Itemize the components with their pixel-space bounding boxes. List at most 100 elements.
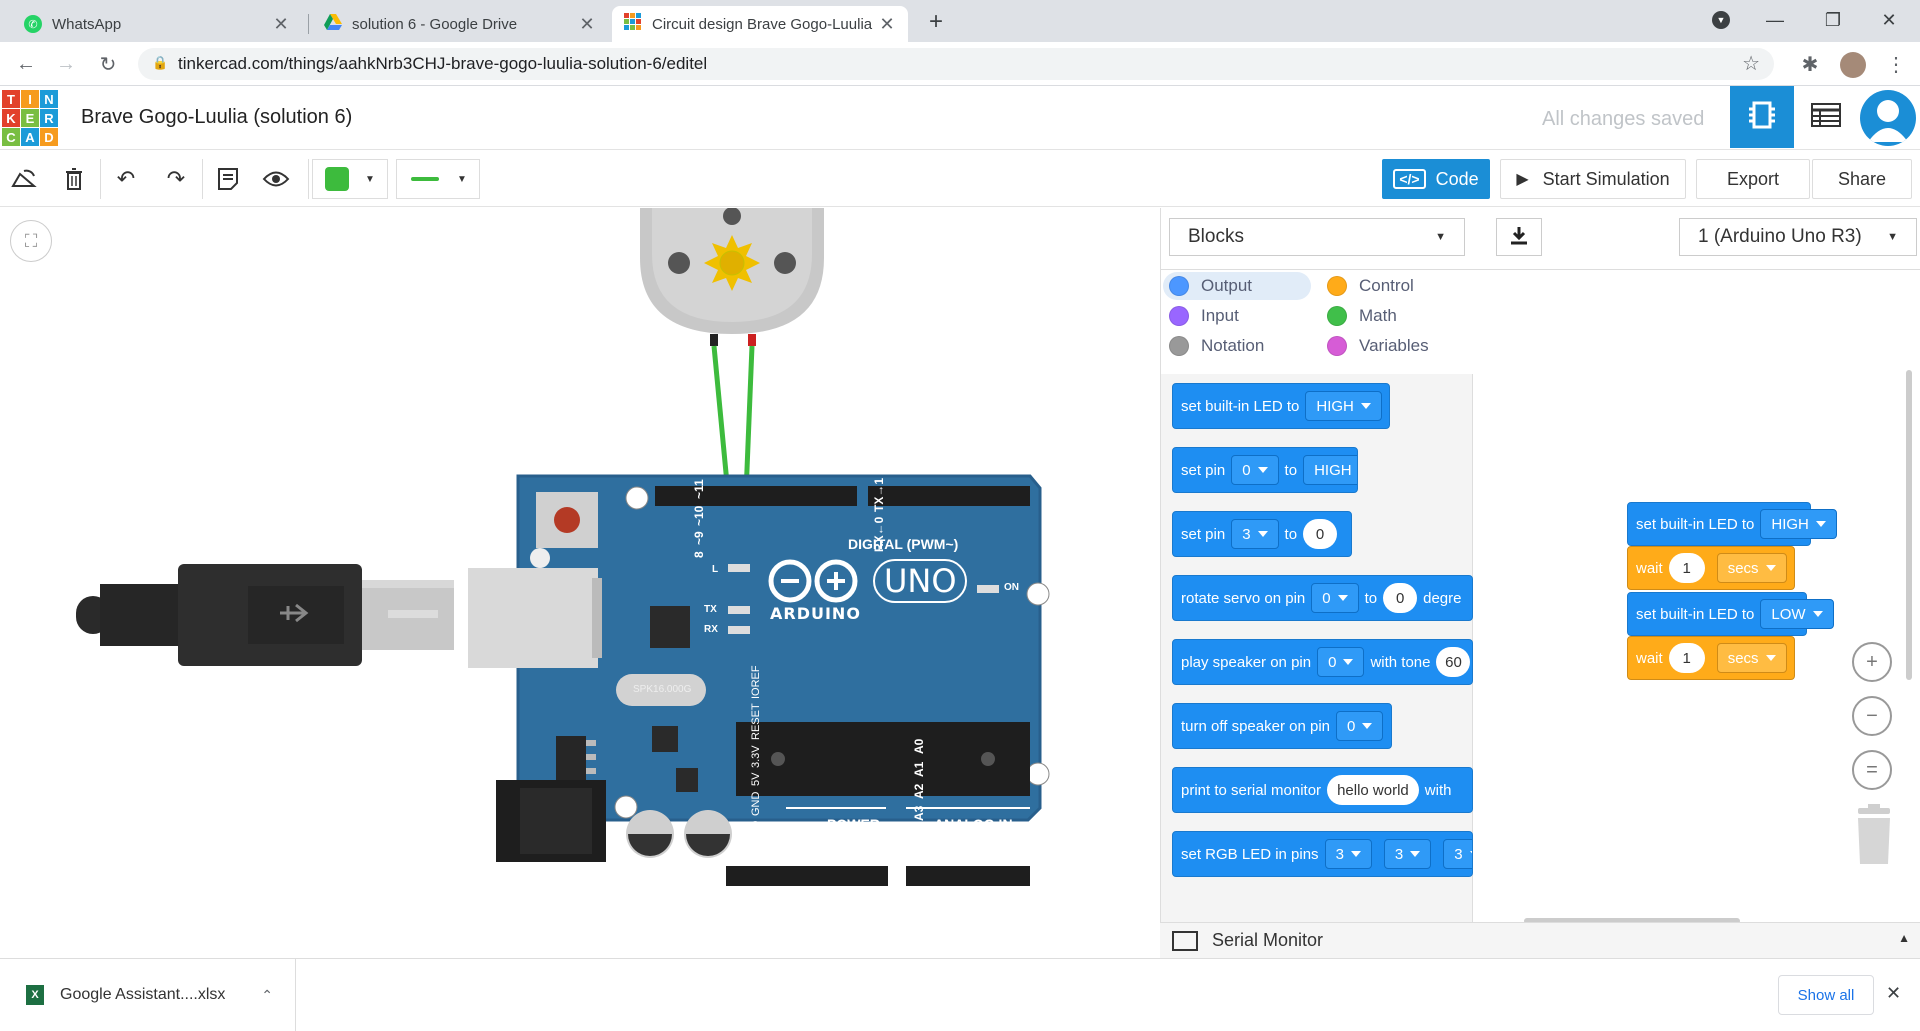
rotate-icon[interactable] (6, 161, 42, 197)
logo-letter: R (40, 109, 58, 127)
block-dropdown[interactable]: 3 (1231, 519, 1279, 549)
user-avatar[interactable] (1860, 90, 1916, 146)
script-block-wait[interactable]: wait 1 secs (1627, 636, 1795, 680)
category-math[interactable]: Math (1323, 302, 1397, 330)
tab-search-button[interactable]: ▼ (1694, 0, 1748, 40)
component-list-button[interactable] (1794, 86, 1858, 148)
category-variables[interactable]: Variables (1323, 332, 1429, 360)
category-output[interactable]: Output (1163, 272, 1311, 300)
category-input[interactable]: Input (1163, 302, 1239, 330)
serial-monitor-bar[interactable]: Serial Monitor ▲ (1160, 922, 1920, 958)
pin-label: ~10 (692, 505, 706, 526)
block-number-input[interactable]: 0 (1303, 519, 1338, 549)
block-dropdown[interactable]: 3 (1383, 839, 1432, 869)
wire-color-picker[interactable]: ▼ (312, 159, 388, 199)
palette-block-set-builtin-led[interactable]: set built-in LED to HIGH (1172, 383, 1390, 429)
bookmark-star-icon[interactable]: ☆ (1742, 51, 1760, 76)
close-icon[interactable]: ✕ (272, 14, 290, 35)
block-number-input[interactable]: 0 (1383, 583, 1418, 613)
palette-block-print-serial[interactable]: print to serial monitor hello world with (1172, 767, 1473, 813)
maximize-button[interactable]: ❐ (1806, 0, 1860, 40)
tab-google-drive[interactable]: solution 6 - Google Drive ✕ (312, 6, 608, 42)
block-number-input[interactable]: 1 (1668, 553, 1705, 583)
circuit-view-button[interactable] (1730, 86, 1794, 148)
redo-icon[interactable]: ↷ (158, 161, 194, 197)
wire-style-icon (411, 177, 439, 181)
script-block-wait[interactable]: wait 1 secs (1627, 546, 1795, 590)
browser-menu-icon[interactable]: ⋮ (1880, 48, 1912, 80)
code-mode-select[interactable]: Blocks ▼ (1169, 218, 1465, 256)
tab-tinkercad[interactable]: Circuit design Brave Gogo-Luulia ✕ (612, 6, 908, 42)
palette-block-set-pin-analog[interactable]: set pin 3 to 0 (1172, 511, 1352, 557)
block-palette: Output Control Input Math Notation Varia… (1161, 270, 1473, 930)
block-dropdown[interactable]: HIGH (1760, 509, 1837, 539)
share-button[interactable]: Share (1812, 159, 1912, 199)
start-simulation-button[interactable]: ▶ Start Simulation (1500, 159, 1686, 199)
tab-whatsapp[interactable]: ✆ WhatsApp ✕ (12, 6, 302, 42)
circuit-canvas[interactable]: ⛶ ARDUINO UNO DIGITAL (PWM~) POWER ANALO… (0, 208, 1160, 958)
palette-block-set-rgb-led[interactable]: set RGB LED in pins 3 3 3 (1172, 831, 1473, 877)
block-dropdown[interactable]: HIGH (1303, 455, 1357, 485)
wire-type-picker[interactable]: ▼ (396, 159, 480, 199)
undo-icon[interactable]: ↶ (108, 161, 144, 197)
block-number-input[interactable]: 60 (1436, 647, 1471, 677)
block-dropdown[interactable]: 3 (1324, 839, 1372, 869)
category-list: Output Control Input Math Notation Varia… (1161, 270, 1473, 374)
block-dropdown[interactable]: 0 (1311, 583, 1359, 613)
crystal-label: SPK16.000G (633, 684, 692, 695)
vertical-scrollbar[interactable] (1906, 370, 1912, 680)
extensions-icon[interactable]: ✱ (1794, 48, 1826, 80)
chevron-up-icon[interactable]: ⌃ (261, 987, 273, 1004)
palette-block-set-pin[interactable]: set pin 0 to HIGH (1172, 447, 1358, 493)
block-dropdown[interactable]: 3 (1443, 839, 1472, 869)
reload-button[interactable]: ↻ (92, 48, 124, 80)
board-select[interactable]: 1 (Arduino Uno R3) ▼ (1679, 218, 1917, 256)
zoom-in-icon[interactable]: + (1852, 642, 1892, 682)
block-string-input[interactable]: hello world (1327, 775, 1419, 805)
pin-label: A5 (912, 850, 926, 866)
forward-button[interactable]: → (50, 48, 82, 80)
block-number-input[interactable]: 1 (1668, 643, 1705, 673)
block-dropdown[interactable]: 0 (1231, 455, 1279, 485)
window-close-button[interactable]: ✕ (1862, 0, 1916, 40)
trash-icon[interactable] (56, 161, 92, 197)
code-workspace[interactable]: set built-in LED to HIGH wait 1 secs set… (1474, 270, 1920, 930)
profile-avatar[interactable] (1840, 52, 1866, 78)
usb-cable (76, 564, 454, 666)
script-block-set-builtin-led-high[interactable]: set built-in LED to HIGH (1627, 502, 1837, 546)
category-notation[interactable]: Notation (1163, 332, 1264, 360)
minimize-button[interactable]: — (1748, 0, 1802, 40)
back-button[interactable]: ← (10, 48, 42, 80)
design-title[interactable]: Brave Gogo-Luulia (solution 6) (81, 106, 352, 129)
palette-block-turn-off-speaker[interactable]: turn off speaker on pin 0 (1172, 703, 1392, 749)
block-dropdown[interactable]: secs (1716, 643, 1787, 673)
reset-zoom-icon[interactable]: = (1852, 750, 1892, 790)
category-dot (1327, 336, 1347, 356)
block-dropdown[interactable]: HIGH (1305, 391, 1382, 421)
notes-icon[interactable] (210, 161, 246, 197)
chevron-up-icon[interactable]: ▲ (1898, 931, 1910, 945)
address-bar[interactable]: 🔒 tinkercad.com/things/aahkNrb3CHJ-brave… (138, 48, 1774, 80)
block-text: rotate servo on pin (1181, 589, 1306, 607)
trash-icon[interactable] (1852, 804, 1896, 866)
close-icon[interactable]: ✕ (578, 14, 596, 35)
block-dropdown[interactable]: LOW (1760, 599, 1834, 629)
new-tab-button[interactable]: + (922, 8, 950, 36)
show-all-button[interactable]: Show all (1778, 975, 1874, 1015)
visibility-icon[interactable] (258, 161, 294, 197)
download-code-button[interactable] (1496, 218, 1542, 256)
download-item[interactable]: X Google Assistant....xlsx ⌃ (0, 959, 296, 1031)
close-icon[interactable]: ✕ (878, 14, 896, 35)
zoom-out-icon[interactable]: − (1852, 696, 1892, 736)
script-block-set-builtin-led-low[interactable]: set built-in LED to LOW (1627, 592, 1834, 636)
block-dropdown[interactable]: secs (1716, 553, 1787, 583)
palette-block-play-speaker[interactable]: play speaker on pin 0 with tone 60 (1172, 639, 1473, 685)
tinkercad-logo[interactable]: T I N K E R C A D (2, 90, 58, 146)
palette-block-rotate-servo[interactable]: rotate servo on pin 0 to 0 degre (1172, 575, 1473, 621)
block-dropdown[interactable]: 0 (1317, 647, 1365, 677)
export-button[interactable]: Export (1696, 159, 1810, 199)
block-dropdown[interactable]: 0 (1336, 711, 1384, 741)
close-icon[interactable]: ✕ (1886, 983, 1901, 1004)
code-button[interactable]: </> Code (1382, 159, 1490, 199)
category-control[interactable]: Control (1323, 272, 1414, 300)
